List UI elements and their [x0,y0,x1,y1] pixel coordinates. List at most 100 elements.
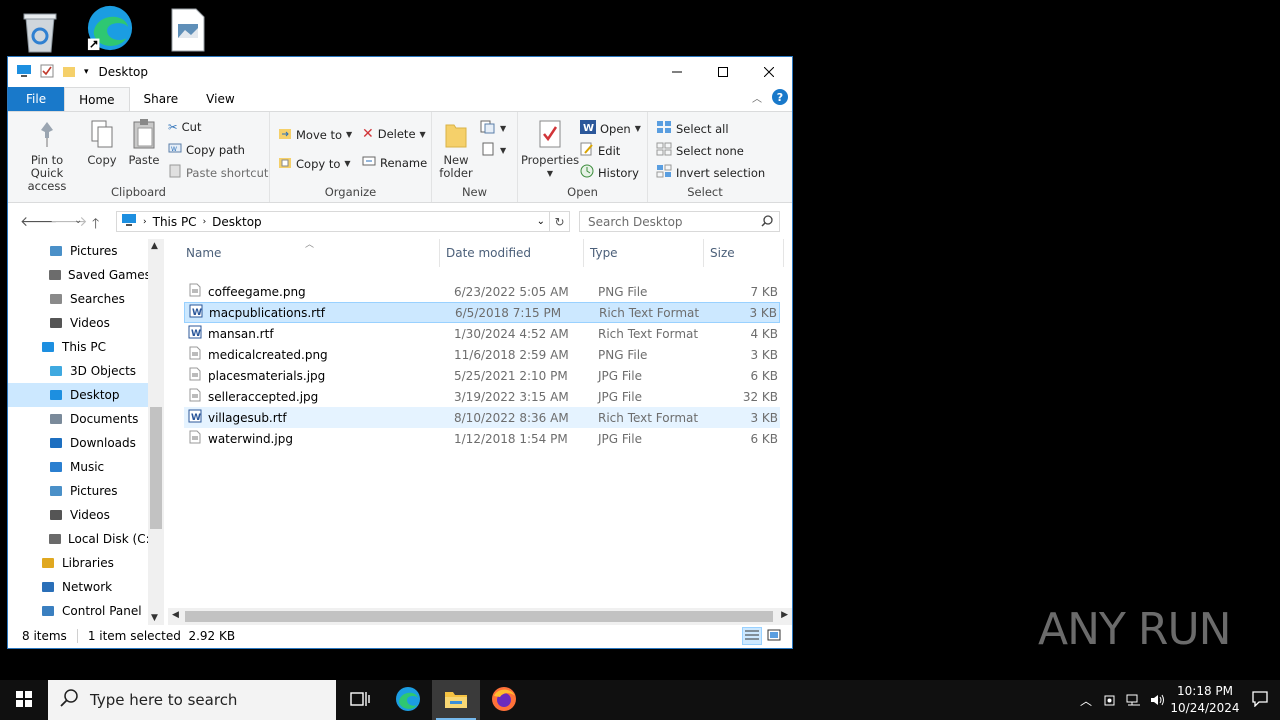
properties-button[interactable]: Properties ▼ [521,118,579,180]
help-icon[interactable]: ? [772,89,788,105]
nav-item[interactable]: Music [8,455,148,479]
search-input[interactable]: Search Desktop [579,211,780,232]
column-size[interactable]: Size [704,239,784,267]
file-explorer-taskbar-button[interactable] [432,680,480,720]
column-name[interactable]: Name [180,239,440,267]
large-icons-view-button[interactable] [764,627,784,645]
breadcrumb-desktop[interactable]: Desktop [212,215,262,229]
taskbar-search-input[interactable]: Type here to search [48,680,336,720]
nav-item[interactable]: Searches [8,287,148,311]
scroll-down-icon[interactable]: ▼ [151,613,158,623]
file-row[interactable]: medicalcreated.png 11/6/2018 2:59 AM PNG F… [184,344,780,365]
file-type: JPG File [598,431,642,446]
file-row[interactable]: waterwind.jpg 1/12/2018 1:54 PM JPG File 6 … [184,428,780,449]
nav-item[interactable]: Libraries [8,551,148,575]
select-none-button[interactable]: Select none [656,142,744,159]
column-type[interactable]: Type [584,239,704,267]
horizontal-scrollbar[interactable]: ◀ ▶ [168,608,792,625]
nav-item[interactable]: Documents [8,407,148,431]
volume-icon[interactable] [1146,693,1170,707]
edge-taskbar-button[interactable] [384,680,432,720]
file-row[interactable]: selleraccepted.jpg 3/19/2022 3:15 AM JPG F… [184,386,780,407]
file-row[interactable]: coffeegame.png 6/23/2022 5:05 AM PNG File 7… [184,281,780,302]
copy-path-button[interactable]: W Copy path [168,142,245,157]
file-row[interactable]: Wvillagesub.rtf 8/10/2022 8:36 AM Rich Tex… [184,407,780,428]
scroll-up-icon[interactable]: ▲ [151,241,158,251]
horizontal-scrollbar-thumb[interactable] [185,611,773,622]
meet-now-icon[interactable] [1098,693,1122,707]
minimize-button[interactable] [654,57,700,87]
collapse-ribbon-icon[interactable]: ︿ [752,90,762,105]
details-view-button[interactable] [742,627,762,645]
file-explorer-icon [444,689,468,712]
nav-item[interactable]: Videos [8,503,148,527]
paste-button[interactable]: Paste [126,118,162,167]
task-view-button[interactable] [336,680,384,720]
scroll-right-icon[interactable]: ▶ [781,610,788,620]
edit-label: Edit [598,143,621,158]
nav-item[interactable]: Pictures [8,479,148,503]
copy-to-button[interactable]: Copy to ▼ [278,155,351,172]
nav-scrollbar[interactable]: ▲ ▼ [148,239,164,625]
tab-file[interactable]: File [8,87,65,111]
image-file-icon[interactable] [164,6,212,54]
easy-access-button[interactable]: ▼ [480,142,506,159]
start-button[interactable] [0,680,48,720]
recent-chevron-icon[interactable]: ⌄ [74,215,82,226]
file-row[interactable]: placesmaterials.jpg 5/25/2021 2:10 PM JPG … [184,365,780,386]
notifications-button[interactable] [1240,690,1280,710]
move-to-button[interactable]: Move to ▼ [278,126,352,143]
new-folder-icon[interactable] [62,64,76,81]
firefox-taskbar-button[interactable] [480,680,528,720]
copy-button[interactable]: Copy [86,118,118,167]
nav-item[interactable]: Control Panel [8,599,148,623]
chevron-down-icon[interactable]: ▾ [84,67,89,77]
paste-shortcut-button[interactable]: Paste shortcut [168,164,268,181]
properties-icon[interactable] [40,64,54,81]
nav-item[interactable]: This PC [8,335,148,359]
file-date: 11/6/2018 2:59 AM [454,347,569,362]
edge-shortcut-icon[interactable] [86,4,134,52]
cut-button[interactable]: ✂ Cut [168,120,201,134]
tab-home[interactable]: Home [64,87,130,111]
nav-scrollbar-thumb[interactable] [150,407,162,529]
recycle-bin-icon[interactable] [16,8,64,56]
nav-item[interactable]: Desktop [8,383,148,407]
breadcrumb-this-pc[interactable]: This PC [153,215,197,229]
rename-button[interactable]: Rename [362,155,427,170]
tab-view[interactable]: View [192,87,248,111]
edit-button[interactable]: Edit [580,142,620,159]
nav-item[interactable]: Local Disk (C:) [8,527,154,551]
address-bar[interactable]: › This PC › Desktop ⌄ [116,211,550,232]
nav-item[interactable]: Network [8,575,148,599]
up-arrow-icon[interactable]: 🡑 [92,213,99,237]
tab-share[interactable]: Share [130,87,193,111]
scroll-left-icon[interactable]: ◀ [172,610,179,620]
clock[interactable]: 10:18 PM 10/24/2024 [1170,683,1240,717]
file-row[interactable]: Wmacpublications.rtf 6/5/2018 7:15 PM Rich… [184,302,780,323]
nav-item-label: Control Panel [62,604,142,618]
column-date[interactable]: Date modified [440,239,584,267]
select-all-button[interactable]: Select all [656,120,729,137]
file-row[interactable]: Wmansan.rtf 1/30/2024 4:52 AM Rich Text Fo… [184,323,780,344]
delete-label: Delete [377,127,416,141]
new-item-button[interactable]: ▼ [480,120,506,137]
nav-item[interactable]: Saved Games [8,263,151,287]
nav-item[interactable]: 3D Objects [8,359,148,383]
new-folder-button[interactable]: New folder [438,118,474,180]
show-hidden-icons-icon[interactable]: ︿ [1074,692,1098,709]
refresh-button[interactable]: ↻ [550,211,570,232]
nav-item[interactable]: Downloads [8,431,148,455]
network-icon[interactable] [1122,693,1146,707]
delete-button[interactable]: ✕ Delete ▼ [362,126,426,142]
close-button[interactable] [746,57,792,87]
pin-quick-access-button[interactable]: Pin to Quick access [14,118,80,193]
invert-selection-button[interactable]: Invert selection [656,164,765,181]
maximize-button[interactable] [700,57,746,87]
address-dropdown-icon[interactable]: ⌄ [537,216,545,227]
nav-item[interactable]: Videos [8,311,148,335]
nav-item[interactable]: Pictures [8,239,148,263]
nav-item-label: Videos [70,316,110,330]
history-button[interactable]: History [580,164,639,181]
open-button[interactable]: W Open ▼ [580,120,641,137]
